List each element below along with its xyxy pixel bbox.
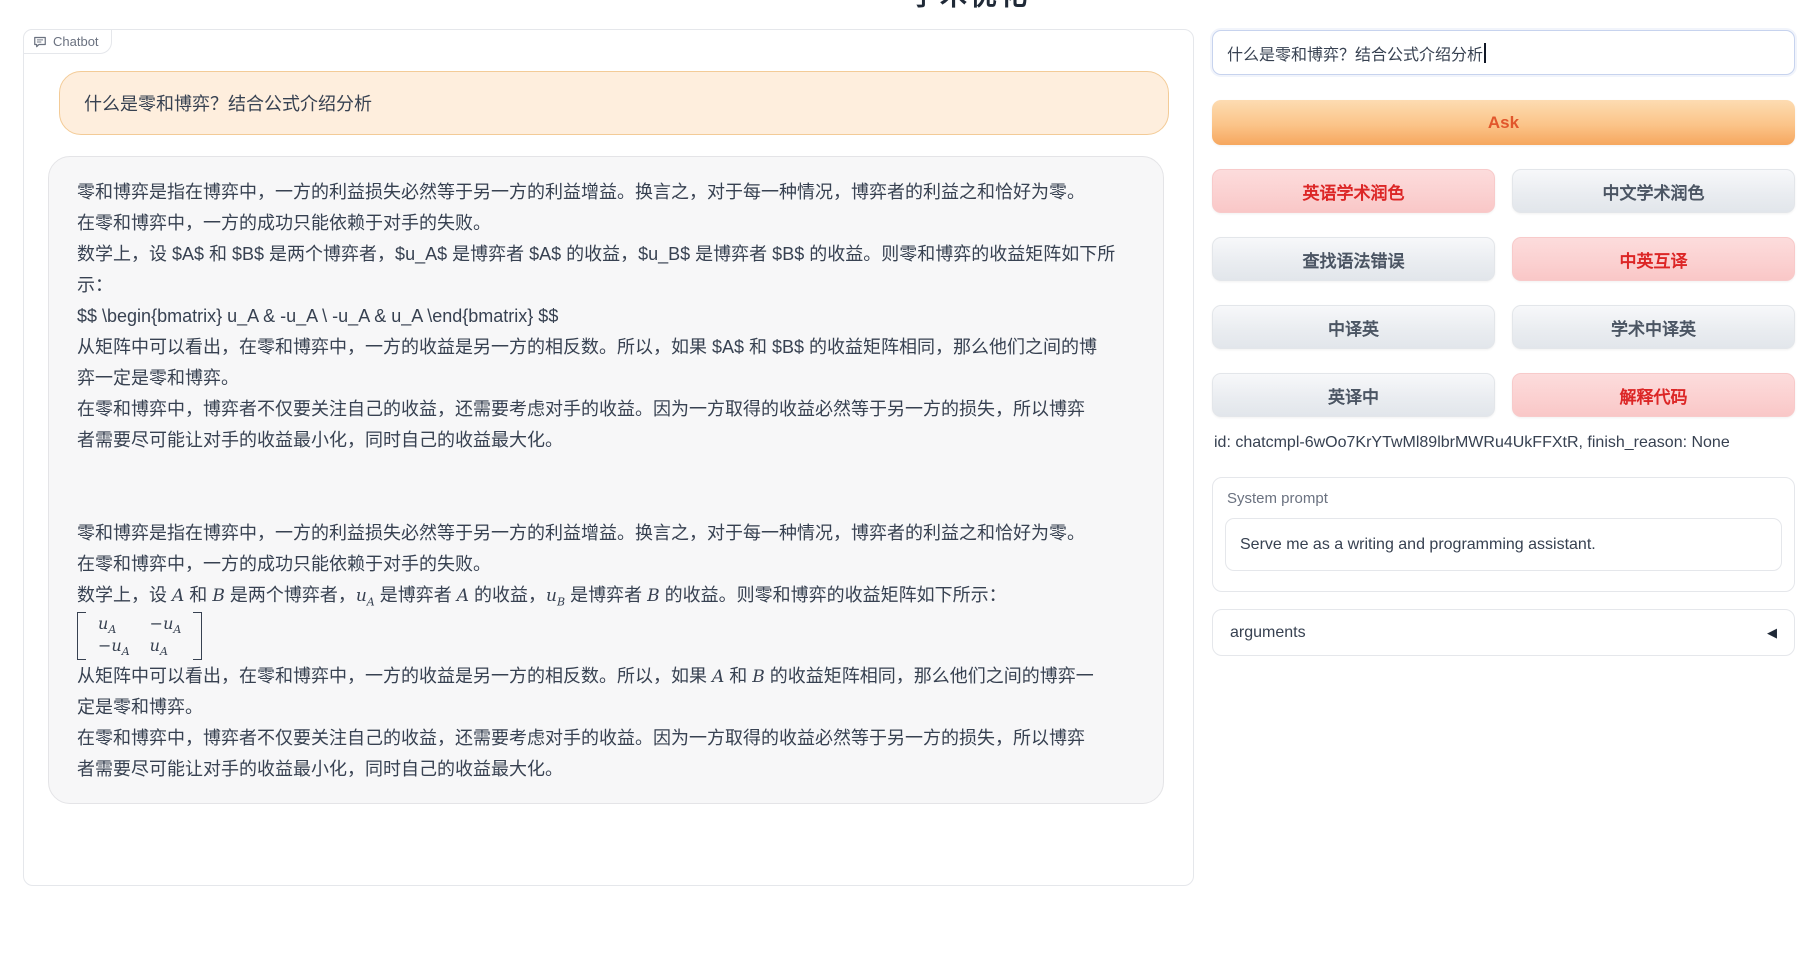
chat-line: 示： (77, 270, 1135, 301)
quick-action-button[interactable]: 中译英 (1212, 305, 1495, 349)
bot-message-bubble: 零和博弈是指在博弈中，一方的利益损失必然等于另一方的利益增益。换言之，对于每一种… (48, 156, 1164, 804)
math-symbol: −uA (150, 614, 182, 636)
matrix-cells: uA−uA−uAuA (86, 612, 193, 660)
math-symbol: B (212, 586, 225, 606)
chat-line: $$ \begin{bmatrix} u_A & -u_A \ -u_A & u… (77, 301, 1135, 332)
quick-actions-grid: 英语学术润色中文学术润色查找语法错误中英互译中译英学术中译英英译中解释代码 (1212, 169, 1795, 417)
prompt-input[interactable]: 什么是零和博弈？结合公式介绍分析 (1212, 30, 1795, 75)
chat-line: 在零和博弈中，一方的成功只能依赖于对手的失败。 (77, 208, 1135, 239)
text-caret (1484, 43, 1486, 63)
math-symbol: B (752, 667, 765, 687)
chat-line: 零和博弈是指在博弈中，一方的利益损失必然等于另一方的利益增益。换言之，对于每一种… (77, 177, 1135, 208)
payoff-matrix: uA−uA−uAuA (77, 612, 202, 660)
chat-line: 数学上，设 $A$ 和 $B$ 是两个博弈者，$u_A$ 是博弈者 $A$ 的收… (77, 239, 1135, 270)
math-symbol: A (457, 586, 469, 606)
matrix-bracket-right (193, 612, 202, 660)
chat-line: 零和博弈是指在博弈中，一方的利益损失必然等于另一方的利益增益。换言之，对于每一种… (77, 518, 1135, 549)
user-message-text: 什么是零和博弈？结合公式介绍分析 (84, 90, 372, 116)
prompt-input-value: 什么是零和博弈？结合公式介绍分析 (1227, 41, 1483, 65)
system-prompt-group: System prompt Serve me as a writing and … (1212, 477, 1795, 592)
quick-action-button[interactable]: 英语学术润色 (1212, 169, 1495, 213)
chatbot-panel-label: Chatbot (23, 29, 112, 54)
response-status-line: id: chatcmpl-6wOo7KrYTwMl89lbrMWRu4UkFFX… (1214, 433, 1730, 453)
page-title-clipped: 学术优化 (880, 0, 1060, 8)
ask-button[interactable]: Ask (1212, 100, 1795, 145)
chatbot-panel: Chatbot 什么是零和博弈？结合公式介绍分析 零和博弈是指在博弈中，一方的利… (23, 29, 1194, 886)
chat-line: 者需要尽可能让对手的收益最小化，同时自己的收益最大化。 (77, 425, 1135, 456)
matrix-bracket-left (77, 612, 86, 660)
chat-line: 从矩阵中可以看出，在零和博弈中，一方的收益是另一方的相反数。所以，如果 $A$ … (77, 332, 1135, 363)
paragraph-gap (77, 456, 1135, 518)
quick-action-button[interactable]: 中文学术润色 (1512, 169, 1795, 213)
chat-bubble-icon (33, 35, 47, 49)
chat-line: 弈一定是零和博弈。 (77, 363, 1135, 394)
system-prompt-value: Serve me as a writing and programming as… (1240, 536, 1596, 554)
quick-action-button[interactable]: 解释代码 (1512, 373, 1795, 417)
arguments-accordion-label: arguments (1230, 624, 1306, 642)
arguments-accordion[interactable]: arguments ◀ (1212, 609, 1795, 656)
quick-action-button[interactable]: 英译中 (1212, 373, 1495, 417)
quick-action-button[interactable]: 中英互译 (1512, 237, 1795, 281)
chat-line: 数学上，设 A 和 B 是两个博弈者，uA 是博弈者 A 的收益，uB 是博弈者… (77, 580, 1135, 611)
chat-line: 定是零和博弈。 (77, 692, 1135, 723)
user-message-bubble: 什么是零和博弈？结合公式介绍分析 (59, 71, 1169, 135)
math-symbol: −uA (98, 636, 130, 658)
math-symbol: uA (150, 636, 168, 658)
quick-action-button[interactable]: 查找语法错误 (1212, 237, 1495, 281)
system-prompt-label: System prompt (1227, 490, 1328, 507)
math-symbol: uA (356, 586, 375, 606)
chat-line: 在零和博弈中，一方的成功只能依赖于对手的失败。 (77, 549, 1135, 580)
chat-line: 从矩阵中可以看出，在零和博弈中，一方的收益是另一方的相反数。所以，如果 A 和 … (77, 661, 1135, 692)
chat-line: 者需要尽可能让对手的收益最小化，同时自己的收益最大化。 (77, 754, 1135, 785)
math-symbol: A (712, 667, 724, 687)
accordion-collapse-icon: ◀ (1767, 625, 1777, 641)
math-symbol: uB (546, 586, 565, 606)
math-symbol: A (172, 586, 184, 606)
quick-action-button[interactable]: 学术中译英 (1512, 305, 1795, 349)
system-prompt-input[interactable]: Serve me as a writing and programming as… (1225, 518, 1782, 571)
math-symbol: B (647, 586, 660, 606)
math-symbol: uA (98, 614, 116, 636)
chatbot-panel-label-text: Chatbot (53, 34, 99, 49)
chat-line: 在零和博弈中，博弈者不仅要关注自己的收益，还需要考虑对手的收益。因为一方取得的收… (77, 394, 1135, 425)
chat-line: 在零和博弈中，博弈者不仅要关注自己的收益，还需要考虑对手的收益。因为一方取得的收… (77, 723, 1135, 754)
matrix-row: uA−uA−uAuA (77, 611, 1135, 661)
